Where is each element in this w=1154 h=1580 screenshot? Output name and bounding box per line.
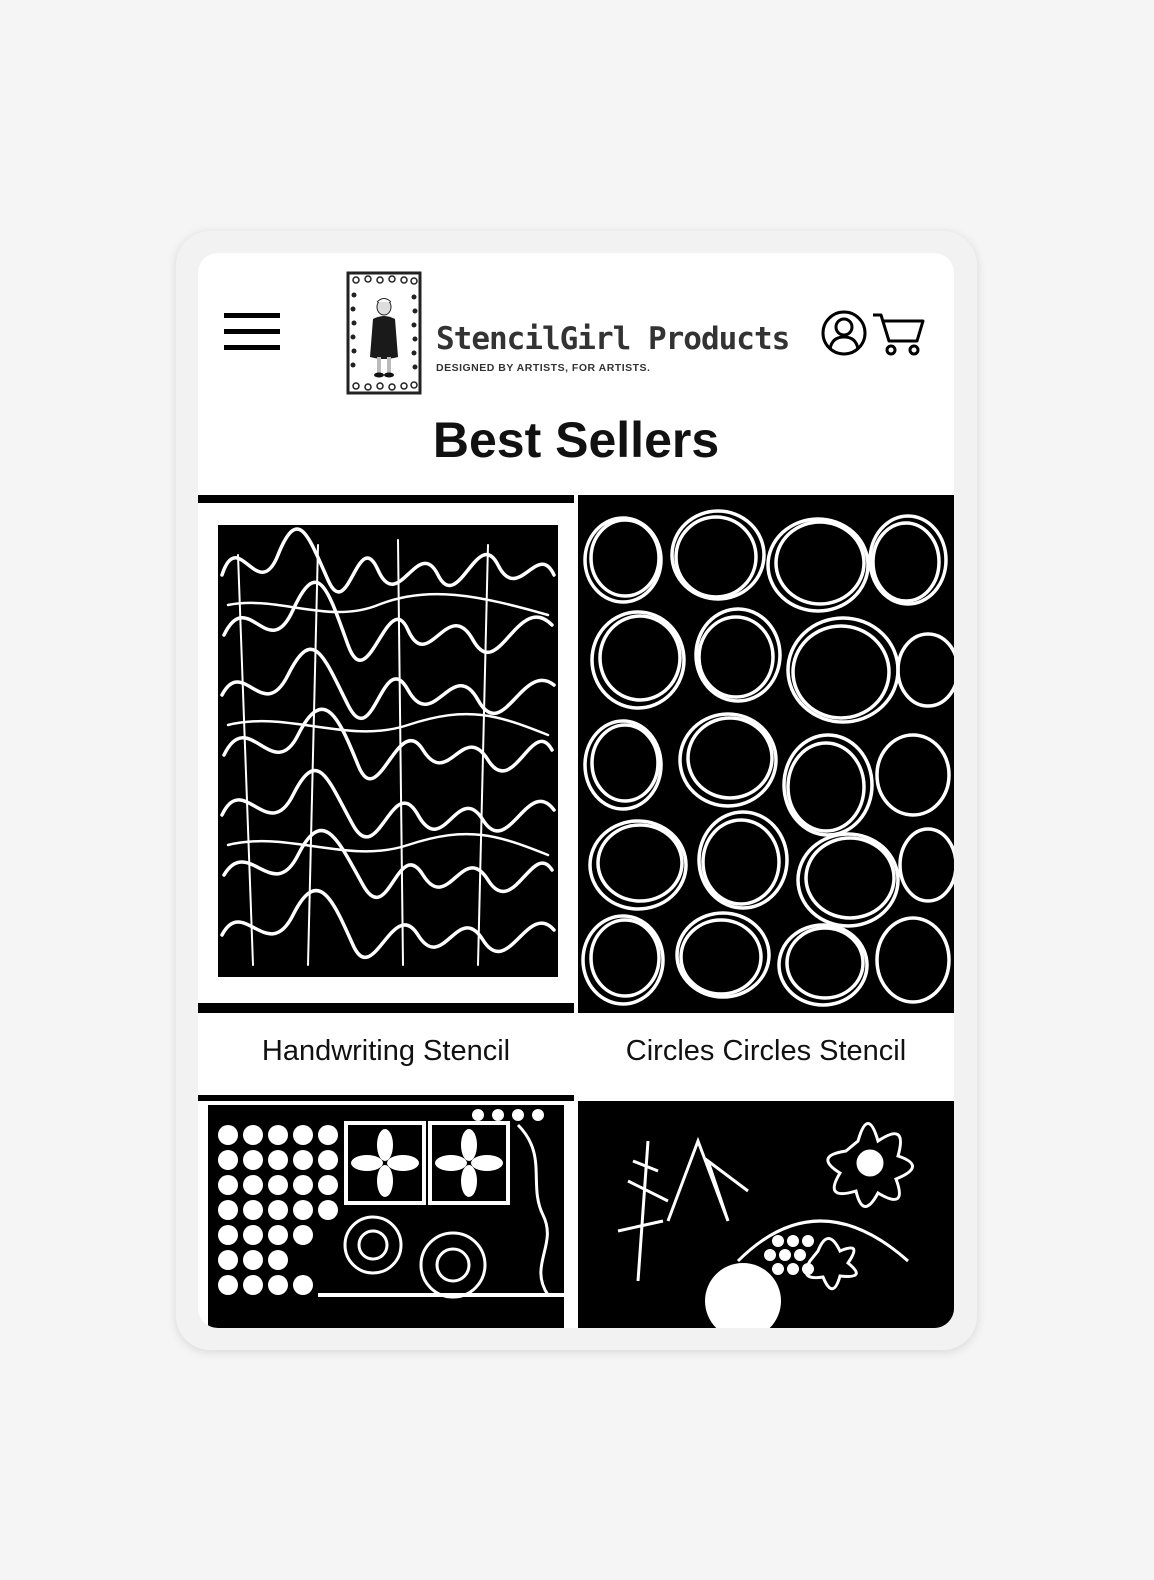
handwriting-stencil-image	[198, 495, 574, 1013]
brand-logo[interactable]: StencilGirl Products DESIGNED BY ARTISTS…	[346, 271, 806, 395]
product-image[interactable]	[578, 1101, 954, 1328]
product-image[interactable]	[198, 495, 574, 1013]
phone-screen: StencilGirl Products DESIGNED BY ARTISTS…	[198, 253, 954, 1328]
product-name[interactable]: Handwriting Stencil	[198, 1035, 574, 1068]
menu-bar	[224, 329, 280, 334]
account-icon[interactable]	[820, 309, 868, 357]
brand-tagline: DESIGNED BY ARTISTS, FOR ARTISTS.	[436, 362, 651, 374]
product-name[interactable]: Circles Circles Stencil	[578, 1035, 954, 1068]
menu-icon[interactable]	[224, 313, 284, 357]
product-image[interactable]	[198, 1095, 574, 1328]
cart-icon[interactable]	[871, 309, 925, 357]
menu-bar	[224, 313, 280, 318]
device-frame: StencilGirl Products DESIGNED BY ARTISTS…	[176, 231, 977, 1350]
section-title: Best Sellers	[432, 412, 720, 468]
site-header: StencilGirl Products DESIGNED BY ARTISTS…	[198, 253, 954, 413]
product-image[interactable]	[578, 495, 954, 1013]
circles-stencil-image	[578, 495, 954, 1013]
botanical-stencil-image	[578, 1101, 954, 1328]
logo-photo-frame	[346, 271, 422, 395]
floral-dots-stencil-image	[198, 1095, 574, 1328]
menu-bar	[224, 345, 280, 350]
brand-name: StencilGirl Products	[436, 321, 790, 357]
